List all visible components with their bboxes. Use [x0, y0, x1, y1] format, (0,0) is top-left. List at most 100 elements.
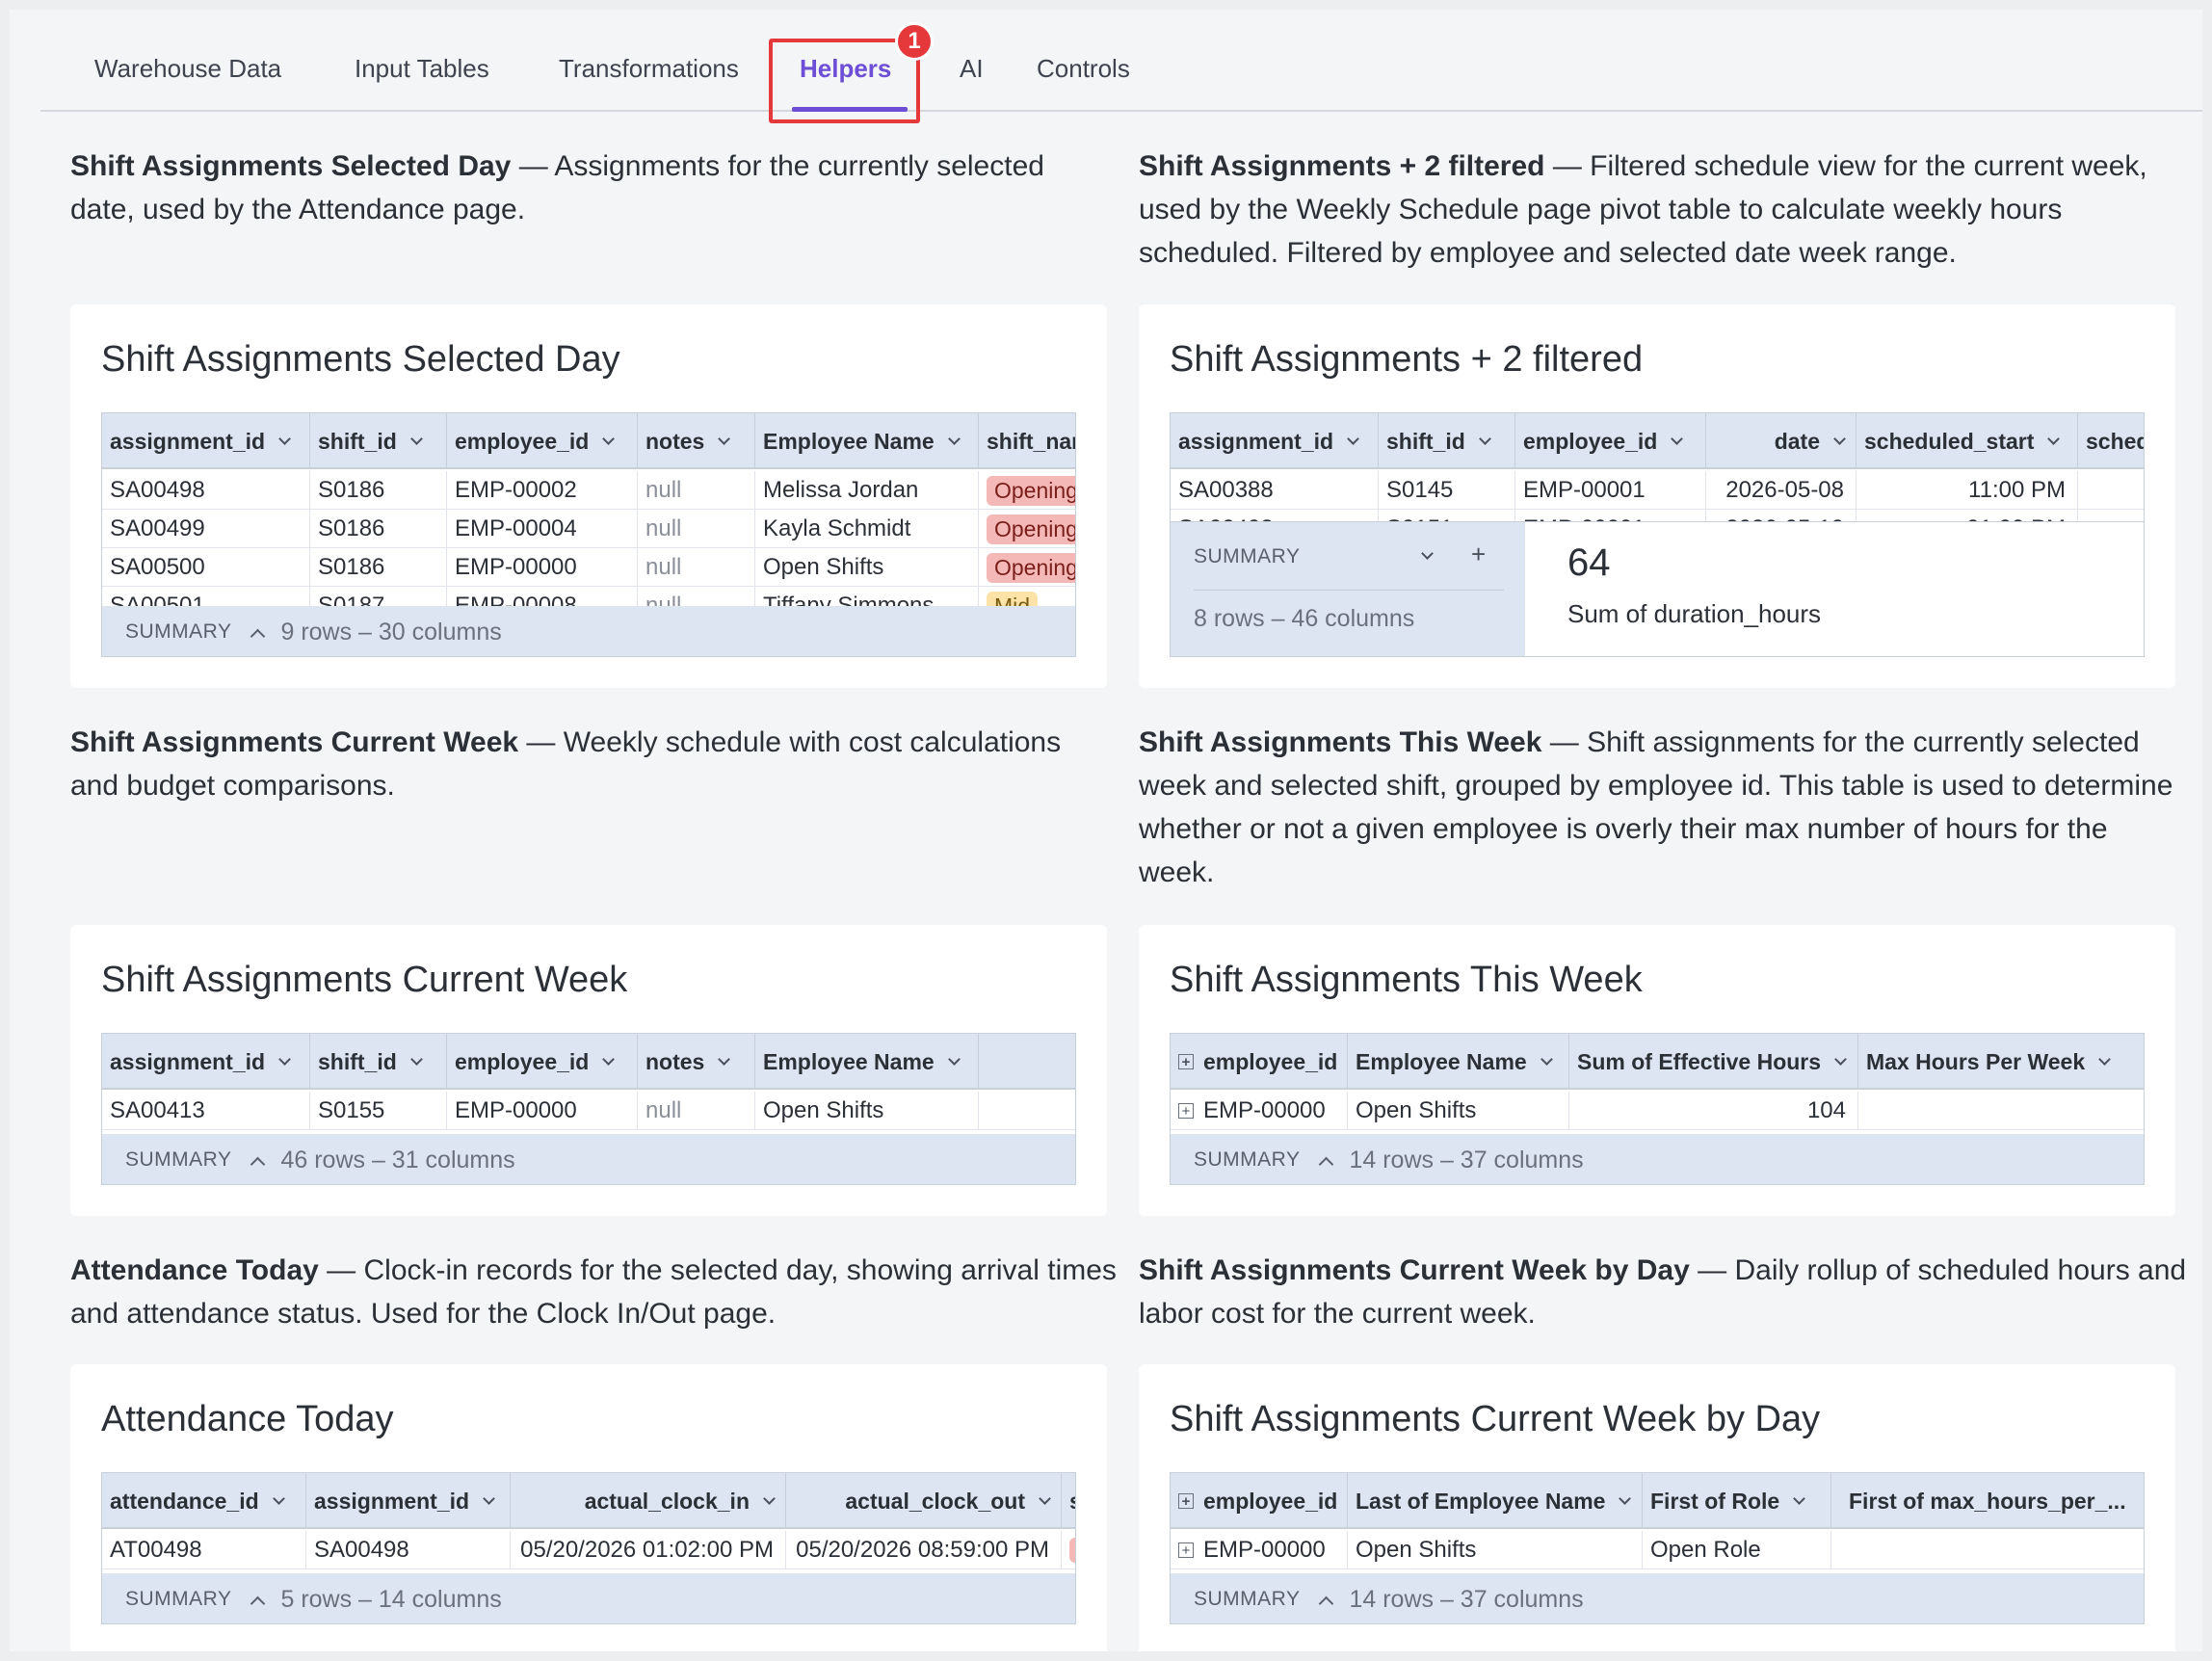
summary-bar[interactable]: SUMMARY 46 rows – 31 columns: [102, 1134, 1075, 1184]
add-summary-button[interactable]: +: [1471, 541, 1486, 567]
tab-controls[interactable]: Controls: [1037, 54, 1130, 84]
column-header[interactable]: Max Hours Per Week: [1858, 1034, 2144, 1090]
column-header[interactable]: schedu: [2078, 413, 2144, 469]
column-header[interactable]: notes: [638, 1034, 755, 1090]
column-header[interactable]: + employee_id: [1171, 1034, 1348, 1090]
tab-transformations[interactable]: Transformations: [559, 54, 739, 84]
pivot-table[interactable]: + employee_id Last of Employee Name First…: [1170, 1472, 2145, 1624]
chevron-down-icon[interactable]: [1540, 1052, 1553, 1066]
chevron-down-icon[interactable]: [278, 432, 291, 445]
chevron-down-icon[interactable]: [1619, 1491, 1632, 1505]
column-header[interactable]: actual_clock_out: [786, 1473, 1062, 1529]
expand-icon[interactable]: +: [1178, 1542, 1194, 1558]
chevron-down-icon[interactable]: [409, 1052, 423, 1066]
pivot-table[interactable]: + employee_id Employee Name Sum of Effect…: [1170, 1033, 2145, 1185]
summary-value-label: Sum of duration_hours: [1567, 599, 1822, 628]
column-header[interactable]: actual_clock_in: [511, 1473, 786, 1529]
column-header[interactable]: shift_id: [310, 413, 447, 469]
chevron-down-icon[interactable]: [1834, 1052, 1847, 1066]
chevron-up-icon[interactable]: [250, 1156, 266, 1172]
card-plus2-filtered: Shift Assignments + 2 filtered assignmen…: [1139, 304, 2175, 688]
chevron-up-icon[interactable]: [1319, 1156, 1334, 1172]
column-header[interactable]: Employee Name: [755, 413, 979, 469]
expand-icon[interactable]: +: [1178, 1054, 1194, 1069]
column-label: actual_clock_out: [845, 1488, 1025, 1514]
card-title: Shift Assignments Selected Day: [101, 339, 620, 380]
chevron-down-icon[interactable]: [1478, 432, 1491, 445]
chevron-down-icon[interactable]: [278, 1052, 291, 1066]
data-grid[interactable]: assignment_id shift_id employee_id date …: [1170, 412, 2145, 657]
column-header[interactable]: date: [1706, 413, 1856, 469]
table-row[interactable]: SA00388 S0145 EMP-00001 2026-05-08 11:00…: [1171, 471, 2144, 510]
chevron-down-icon[interactable]: [1421, 547, 1434, 560]
chevron-down-icon[interactable]: [1833, 432, 1846, 445]
table-row[interactable]: AT00498 SA00498 05/20/2026 01:02:00 PM 0…: [102, 1531, 1075, 1569]
data-grid[interactable]: attendance_id assignment_id actual_clock…: [101, 1472, 1076, 1624]
chevron-down-icon[interactable]: [718, 1052, 731, 1066]
column-header[interactable]: assignment_id: [1171, 413, 1379, 469]
column-header[interactable]: Sum of Effective Hours: [1569, 1034, 1858, 1090]
summary-count: 9 rows – 30 columns: [280, 618, 502, 646]
table-row[interactable]: + EMP-00000 Open Shifts 104: [1171, 1092, 2144, 1130]
column-header[interactable]: employee_id: [447, 413, 638, 469]
chevron-down-icon[interactable]: [763, 1491, 776, 1505]
chevron-down-icon[interactable]: [409, 432, 423, 445]
chevron-up-icon[interactable]: [250, 628, 266, 644]
column-header[interactable]: attendance_id: [102, 1473, 306, 1529]
chevron-up-icon[interactable]: [1319, 1595, 1334, 1611]
column-label: date: [1774, 428, 1820, 454]
card-title: Attendance Today: [101, 1399, 394, 1439]
column-header[interactable]: assignment_id: [102, 1034, 310, 1090]
data-grid[interactable]: assignment_id shift_id employee_id notes…: [101, 412, 1076, 657]
column-header[interactable]: First of Role: [1643, 1473, 1831, 1529]
column-header[interactable]: shift_nan: [979, 413, 1075, 469]
chevron-down-icon[interactable]: [1039, 1491, 1051, 1505]
chevron-down-icon[interactable]: [947, 432, 961, 445]
chevron-down-icon[interactable]: [947, 1052, 961, 1066]
table-row[interactable]: SA00413 S0155 EMP-00000 null Open Shifts: [102, 1092, 1075, 1130]
tab-input-tables[interactable]: Input Tables: [355, 54, 489, 84]
expand-icon[interactable]: +: [1178, 1493, 1194, 1509]
column-header[interactable]: employee_id: [447, 1034, 638, 1090]
chevron-down-icon[interactable]: [602, 1052, 616, 1066]
column-header[interactable]: shift_id: [310, 1034, 447, 1090]
column-header[interactable]: First of max_hours_per_...: [1831, 1473, 2144, 1529]
column-label: scheduled_start: [1864, 428, 2035, 454]
data-grid[interactable]: assignment_id shift_id employee_id notes…: [101, 1033, 1076, 1185]
column-header[interactable]: Last of Employee Name: [1348, 1473, 1643, 1529]
column-label: assignment_id: [110, 428, 266, 454]
desc-title: Shift Assignments Current Week: [70, 726, 519, 758]
chevron-down-icon[interactable]: [1347, 432, 1359, 445]
chevron-down-icon[interactable]: [483, 1491, 495, 1505]
card-title: Shift Assignments Current Week: [101, 960, 628, 1000]
column-header[interactable]: Employee Name: [1348, 1034, 1569, 1090]
chevron-down-icon[interactable]: [2047, 432, 2061, 445]
chevron-down-icon[interactable]: [718, 432, 731, 445]
table-row[interactable]: SA00500 S0186 EMP-00000 null Open Shifts…: [102, 548, 1075, 587]
table-row[interactable]: SA00498 S0186 EMP-00002 null Melissa Jor…: [102, 471, 1075, 510]
chevron-down-icon[interactable]: [2098, 1052, 2111, 1066]
column-header[interactable]: employee_id: [1515, 413, 1706, 469]
summary-bar[interactable]: SUMMARY 14 rows – 37 columns: [1171, 1134, 2144, 1184]
expand-icon[interactable]: +: [1178, 1103, 1194, 1119]
column-header[interactable]: assignment_id: [102, 413, 310, 469]
column-header[interactable]: s: [1062, 1473, 1075, 1529]
summary-bar[interactable]: SUMMARY 14 rows – 37 columns: [1171, 1573, 2144, 1623]
chevron-down-icon[interactable]: [1671, 432, 1684, 445]
chevron-up-icon[interactable]: [250, 1595, 266, 1611]
chevron-down-icon[interactable]: [602, 432, 616, 445]
column-header[interactable]: shift_id: [1379, 413, 1515, 469]
chevron-down-icon[interactable]: [272, 1491, 285, 1505]
column-header[interactable]: assignment_id: [306, 1473, 511, 1529]
column-header[interactable]: Employee Name: [755, 1034, 979, 1090]
tab-ai[interactable]: AI: [960, 54, 984, 84]
chevron-down-icon[interactable]: [1793, 1491, 1806, 1505]
column-header[interactable]: notes: [638, 413, 755, 469]
summary-bar[interactable]: SUMMARY 9 rows – 30 columns: [102, 606, 1075, 656]
column-header[interactable]: scheduled_start: [1856, 413, 2078, 469]
table-row[interactable]: SA00499 S0186 EMP-00004 null Kayla Schmi…: [102, 510, 1075, 548]
table-row[interactable]: + EMP-00000 Open Shifts Open Role: [1171, 1531, 2144, 1569]
column-header[interactable]: + employee_id: [1171, 1473, 1348, 1529]
tab-warehouse-data[interactable]: Warehouse Data: [94, 54, 281, 84]
summary-bar[interactable]: SUMMARY 5 rows – 14 columns: [102, 1573, 1075, 1623]
